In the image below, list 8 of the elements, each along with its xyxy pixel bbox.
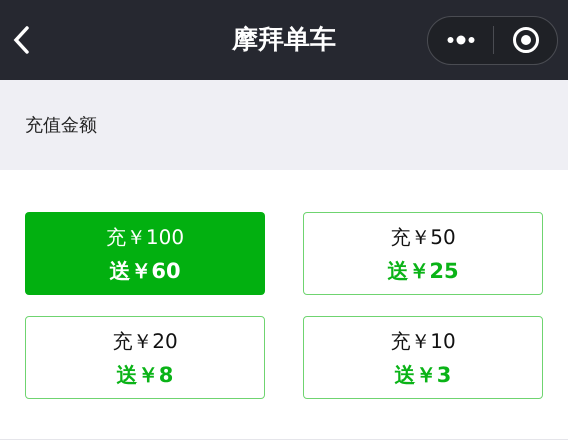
amount-option[interactable]: 充￥50 送￥25 [303, 212, 543, 295]
amount-option[interactable]: 充￥10 送￥3 [303, 316, 543, 399]
nav-title: 摩拜单车 [232, 24, 336, 56]
target-icon [512, 26, 540, 54]
more-icon [446, 35, 474, 45]
back-icon [12, 26, 30, 54]
section-label: 充值金额 [25, 114, 97, 138]
amount-option[interactable]: 充￥20 送￥8 [25, 316, 265, 399]
